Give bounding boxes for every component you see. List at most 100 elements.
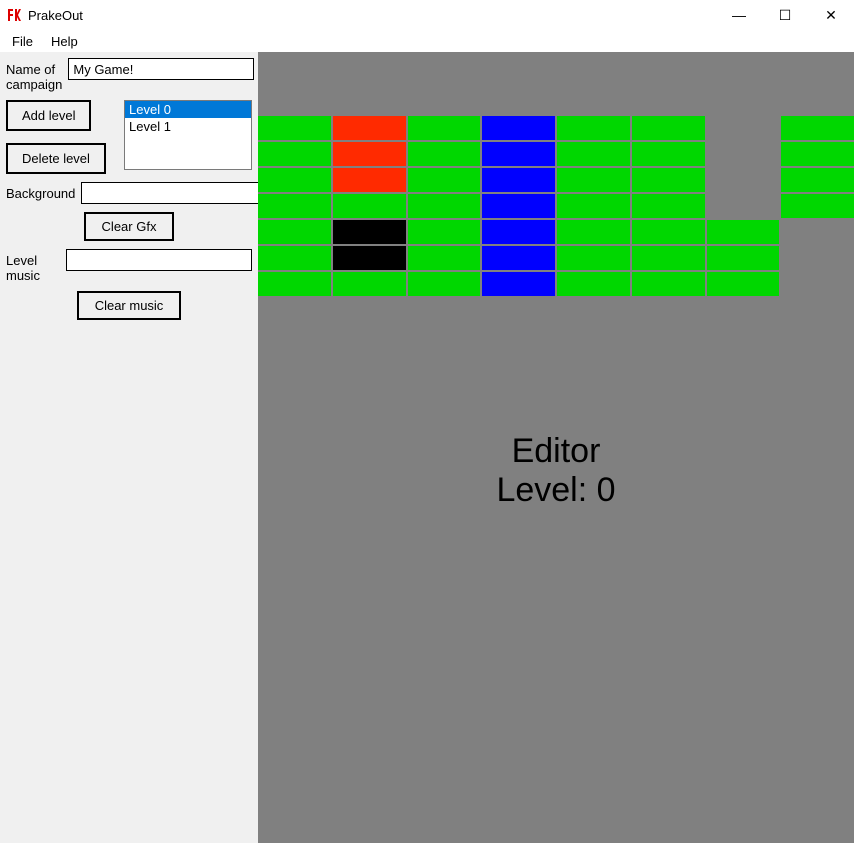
brick[interactable] xyxy=(707,168,780,192)
levels-row: Add level Delete level Level 0Level 1 xyxy=(6,100,252,174)
brick[interactable] xyxy=(781,246,854,270)
app-title: PrakeOut xyxy=(28,8,716,23)
brick[interactable] xyxy=(258,246,331,270)
brick[interactable] xyxy=(781,168,854,192)
brick[interactable] xyxy=(781,220,854,244)
brick[interactable] xyxy=(482,194,555,218)
brick[interactable] xyxy=(482,246,555,270)
delete-level-button[interactable]: Delete level xyxy=(6,143,106,174)
add-level-button[interactable]: Add level xyxy=(6,100,91,131)
brick[interactable] xyxy=(482,220,555,244)
brick[interactable] xyxy=(482,116,555,140)
brick[interactable] xyxy=(258,142,331,166)
menu-file[interactable]: File xyxy=(4,32,41,51)
brick[interactable] xyxy=(781,116,854,140)
brick-grid xyxy=(258,116,854,298)
brick[interactable] xyxy=(408,142,481,166)
brick[interactable] xyxy=(408,272,481,296)
brick[interactable] xyxy=(408,116,481,140)
background-input[interactable] xyxy=(81,182,267,204)
brick[interactable] xyxy=(781,272,854,296)
brick[interactable] xyxy=(333,168,406,192)
brick[interactable] xyxy=(408,168,481,192)
brick[interactable] xyxy=(408,220,481,244)
campaign-label: Name of campaign xyxy=(6,58,62,92)
body: Name of campaign Add level Delete level … xyxy=(0,52,854,843)
campaign-input[interactable] xyxy=(68,58,254,80)
brick[interactable] xyxy=(707,246,780,270)
window-controls: — ☐ ✕ xyxy=(716,0,854,30)
brick[interactable] xyxy=(632,220,705,244)
brick[interactable] xyxy=(707,220,780,244)
brick[interactable] xyxy=(258,220,331,244)
brick[interactable] xyxy=(482,142,555,166)
background-row: Background xyxy=(6,182,252,204)
brick[interactable] xyxy=(333,272,406,296)
brick[interactable] xyxy=(557,194,630,218)
brick[interactable] xyxy=(333,194,406,218)
brick[interactable] xyxy=(781,142,854,166)
clear-music-button[interactable]: Clear music xyxy=(77,291,182,320)
maximize-button[interactable]: ☐ xyxy=(762,0,808,30)
brick[interactable] xyxy=(333,142,406,166)
brick[interactable] xyxy=(557,142,630,166)
music-input[interactable] xyxy=(66,249,252,271)
brick[interactable] xyxy=(258,272,331,296)
brick-row xyxy=(258,194,854,218)
brick[interactable] xyxy=(557,116,630,140)
brick-row xyxy=(258,272,854,296)
brick[interactable] xyxy=(632,272,705,296)
brick[interactable] xyxy=(632,246,705,270)
music-row: Level music xyxy=(6,249,252,283)
brick[interactable] xyxy=(557,168,630,192)
brick[interactable] xyxy=(781,194,854,218)
menubar: File Help xyxy=(0,30,854,52)
close-button[interactable]: ✕ xyxy=(808,0,854,30)
brick[interactable] xyxy=(333,220,406,244)
brick[interactable] xyxy=(557,246,630,270)
app-window: PrakeOut — ☐ ✕ File Help Name of campaig… xyxy=(0,0,854,843)
level-list-item[interactable]: Level 1 xyxy=(125,118,251,135)
level-list-item[interactable]: Level 0 xyxy=(125,101,251,118)
brick-row xyxy=(258,142,854,166)
brick[interactable] xyxy=(408,246,481,270)
menu-help[interactable]: Help xyxy=(43,32,86,51)
editor-line1: Editor xyxy=(258,432,854,471)
minimize-button[interactable]: — xyxy=(716,0,762,30)
brick-row xyxy=(258,220,854,244)
app-icon xyxy=(6,7,22,23)
brick[interactable] xyxy=(632,142,705,166)
campaign-row: Name of campaign xyxy=(6,58,252,92)
editor-line2: Level: 0 xyxy=(258,471,854,510)
music-label: Level music xyxy=(6,249,60,283)
brick[interactable] xyxy=(707,142,780,166)
brick[interactable] xyxy=(557,272,630,296)
clear-music-row: Clear music xyxy=(6,291,252,320)
brick[interactable] xyxy=(707,272,780,296)
brick-row xyxy=(258,116,854,140)
background-label: Background xyxy=(6,182,75,201)
sidebar: Name of campaign Add level Delete level … xyxy=(0,52,258,843)
brick[interactable] xyxy=(707,116,780,140)
brick-row xyxy=(258,168,854,192)
brick-row xyxy=(258,246,854,270)
brick[interactable] xyxy=(482,272,555,296)
brick[interactable] xyxy=(258,116,331,140)
brick[interactable] xyxy=(258,194,331,218)
brick[interactable] xyxy=(408,194,481,218)
brick[interactable] xyxy=(632,194,705,218)
clear-gfx-row: Clear Gfx xyxy=(6,212,252,241)
brick[interactable] xyxy=(632,168,705,192)
brick[interactable] xyxy=(333,116,406,140)
brick[interactable] xyxy=(707,194,780,218)
level-listbox[interactable]: Level 0Level 1 xyxy=(124,100,252,170)
clear-gfx-button[interactable]: Clear Gfx xyxy=(84,212,175,241)
brick[interactable] xyxy=(632,116,705,140)
brick[interactable] xyxy=(557,220,630,244)
level-buttons: Add level Delete level xyxy=(6,100,118,174)
brick[interactable] xyxy=(482,168,555,192)
brick[interactable] xyxy=(333,246,406,270)
brick[interactable] xyxy=(258,168,331,192)
titlebar: PrakeOut — ☐ ✕ xyxy=(0,0,854,30)
editor-canvas[interactable]: Editor Level: 0 xyxy=(258,52,854,843)
